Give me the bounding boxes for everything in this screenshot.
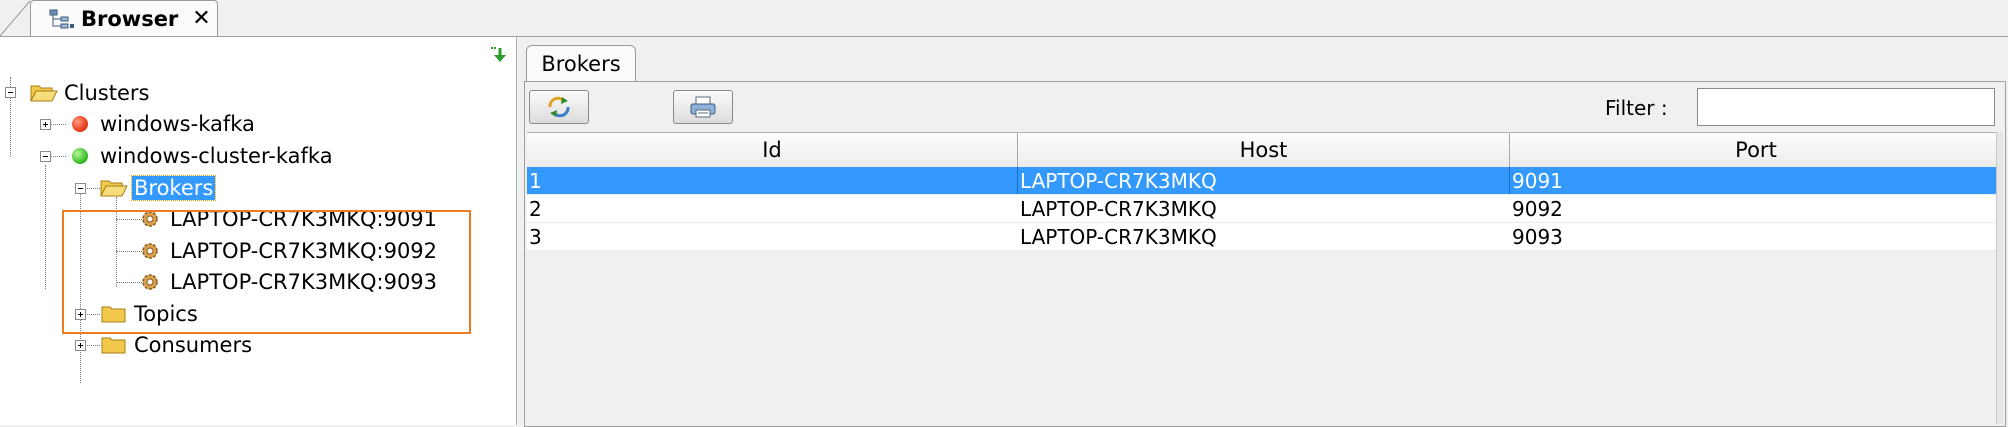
cell-port: 9091 (1510, 167, 2003, 194)
tree-node-label: Topics (134, 302, 198, 326)
refresh-icon (548, 96, 570, 118)
cell-id: 3 (529, 224, 542, 249)
column-header-host[interactable]: Host (1018, 133, 1510, 167)
cluster-tree-pane: Clusters windows-kafka windows-cluster-k… (0, 37, 517, 425)
editor-tab-strip: Browser ✕ (0, 0, 2008, 37)
expand-toggle[interactable] (75, 309, 86, 320)
brokers-panel: Filter : Id Host Port 1 LAPTOP-CR7K3MKQ … (524, 81, 2006, 427)
tree-node-topics[interactable]: Topics (100, 300, 200, 328)
cell-id: 1 (527, 167, 1018, 194)
table-scroll-edge (1996, 132, 2003, 424)
collapse-all-icon[interactable] (488, 45, 510, 65)
expand-toggle[interactable] (40, 119, 51, 130)
table-row[interactable]: 1 LAPTOP-CR7K3MKQ 9091 (527, 167, 2003, 195)
folder-icon (101, 306, 126, 323)
online-status-icon (72, 148, 88, 164)
refresh-button[interactable] (529, 90, 589, 124)
tree-node-consumers[interactable]: Consumers (100, 331, 254, 359)
cell-host: LAPTOP-CR7K3MKQ (1020, 196, 1217, 221)
open-folder-icon (30, 85, 58, 102)
tree-node-cluster-windows-cluster-kafka[interactable]: windows-cluster-kafka (72, 142, 335, 170)
close-icon[interactable]: ✕ (192, 7, 210, 30)
column-header-id[interactable]: Id (527, 133, 1018, 167)
table-row[interactable]: 2 LAPTOP-CR7K3MKQ 9092 (527, 195, 2003, 223)
table-header: Id Host Port (527, 132, 2003, 168)
tree-node-cluster-windows-kafka[interactable]: windows-kafka (72, 110, 257, 138)
tree-connector (45, 165, 46, 289)
tree-node-clusters[interactable]: Clusters (30, 79, 151, 107)
tree-view-icon (49, 9, 74, 28)
expand-toggle[interactable] (75, 340, 86, 351)
export-icon (690, 96, 716, 118)
tab-brokers-label: Brokers (541, 52, 621, 76)
tree-node-label: windows-cluster-kafka (100, 144, 333, 168)
tab-slant-decoration (0, 0, 31, 36)
brokers-view-pane: Brokers Filter : Id Host Port 1 LAPTOP-C… (520, 37, 2008, 427)
collapse-toggle[interactable] (5, 87, 16, 98)
table-body: 1 LAPTOP-CR7K3MKQ 9091 2 LAPTOP-CR7K3MKQ… (527, 167, 2003, 251)
filter-input[interactable] (1697, 88, 1995, 126)
open-folder-icon (100, 180, 128, 197)
tree-node-label: windows-kafka (100, 112, 255, 136)
cell-port: 9093 (1512, 224, 1563, 249)
filter-label: Filter : (1605, 96, 1668, 120)
folder-icon (101, 337, 126, 354)
table-row[interactable]: 3 LAPTOP-CR7K3MKQ 9093 (527, 223, 2003, 251)
brokers-table: Id Host Port 1 LAPTOP-CR7K3MKQ 9091 2 LA… (527, 132, 2003, 424)
column-header-port[interactable]: Port (1510, 133, 2003, 167)
tree-node-brokers[interactable]: Brokers (100, 174, 217, 202)
tree-node-label: Consumers (134, 333, 253, 357)
collapse-toggle[interactable] (75, 183, 86, 194)
tab-browser[interactable]: Browser ✕ (30, 0, 218, 36)
tab-brokers[interactable]: Brokers (526, 45, 636, 82)
tree-node-label: Brokers (130, 175, 217, 201)
cell-port: 9092 (1512, 196, 1563, 221)
cell-id: 2 (529, 196, 542, 221)
offline-status-icon (72, 116, 88, 132)
cell-host: LAPTOP-CR7K3MKQ (1018, 167, 1510, 194)
collapse-toggle[interactable] (40, 151, 51, 162)
tree-node-label: Clusters (64, 81, 150, 105)
export-button[interactable] (673, 90, 733, 124)
cell-host: LAPTOP-CR7K3MKQ (1020, 224, 1217, 249)
tab-browser-label: Browser (81, 6, 179, 31)
